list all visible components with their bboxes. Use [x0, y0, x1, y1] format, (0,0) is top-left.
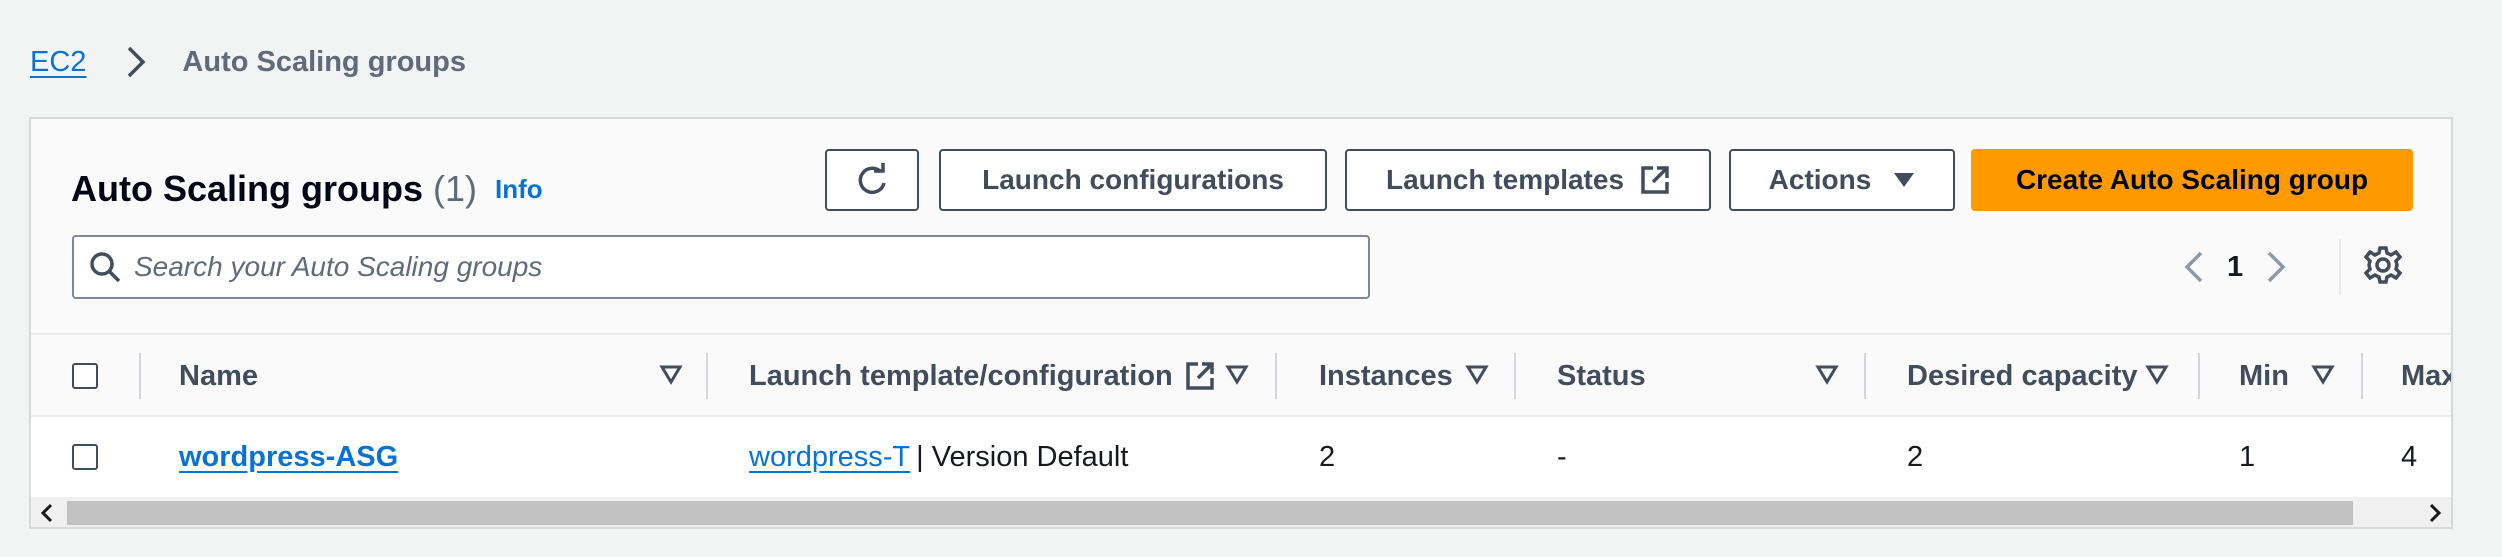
info-link[interactable]: Info [495, 174, 543, 205]
pagination-divider [2339, 239, 2341, 295]
column-divider [706, 353, 708, 399]
launch-template-version: | Version Default [916, 440, 1129, 473]
scroll-left-icon[interactable] [37, 501, 57, 525]
search-box[interactable] [72, 235, 1370, 299]
sort-icon[interactable] [659, 362, 683, 386]
cell-desired-capacity: 2 [1907, 440, 1924, 473]
search-input[interactable] [134, 251, 1334, 283]
scrollbar-thumb[interactable] [67, 501, 2353, 525]
breadcrumb-current: Auto Scaling groups [182, 45, 466, 78]
row-select-checkbox[interactable] [72, 444, 98, 470]
column-divider [1514, 353, 1516, 399]
panel-title-row: Auto Scaling groups (1) Info [71, 159, 543, 219]
column-divider [1864, 353, 1866, 399]
sort-icon[interactable] [2311, 362, 2335, 386]
cell-max: 4 [2401, 440, 2418, 473]
select-all-checkbox[interactable] [72, 363, 98, 389]
sort-icon[interactable] [1465, 362, 1489, 386]
column-divider [2198, 353, 2200, 399]
previous-page-icon[interactable] [2183, 250, 2205, 284]
launch-templates-label: Launch templates [1385, 164, 1625, 195]
column-divider [2361, 353, 2363, 399]
group-count: (1) [433, 168, 478, 209]
column-divider [139, 353, 141, 399]
auto-scaling-groups-panel: Auto Scaling groups (1) Info Launch conf… [29, 117, 2453, 529]
column-header-name[interactable]: Name [179, 335, 258, 417]
current-page-number[interactable]: 1 [2227, 251, 2243, 284]
gear-icon[interactable] [2363, 245, 2403, 285]
launch-templates-button[interactable]: Launch templates [1345, 149, 1711, 211]
column-header-max[interactable]: Max [2401, 335, 2451, 417]
sort-icon[interactable] [1815, 362, 1839, 386]
pagination: 1 [2183, 239, 2287, 295]
panel-header: Auto Scaling groups (1) Info Launch conf… [31, 119, 2451, 335]
launch-configurations-button[interactable]: Launch configurations [939, 149, 1327, 211]
refresh-icon [855, 163, 889, 197]
cell-min: 1 [2239, 440, 2256, 473]
column-header-launch-template[interactable]: Launch template/configuration [749, 335, 1215, 417]
column-header-min[interactable]: Min [2239, 335, 2289, 417]
scroll-right-icon[interactable] [2425, 501, 2445, 525]
external-link-icon [1185, 361, 1215, 391]
create-auto-scaling-group-label: Create Auto Scaling group [2015, 164, 2369, 195]
column-header-instances[interactable]: Instances [1319, 335, 1453, 417]
cell-name: wordpress-ASG [179, 417, 398, 497]
table-header: Name Launch template/configuration Insta… [31, 335, 2451, 417]
sort-icon[interactable] [1225, 362, 1249, 386]
asg-name-link[interactable]: wordpress-ASG [179, 441, 398, 474]
next-page-icon[interactable] [2265, 250, 2287, 284]
column-header-desired-capacity[interactable]: Desired capacity [1907, 335, 2138, 417]
column-header-status[interactable]: Status [1557, 335, 1646, 417]
external-link-icon [1640, 165, 1670, 195]
cell-status: - [1557, 440, 1567, 473]
table-row: wordpress-ASG wordpress-T | Version Defa… [31, 417, 2451, 497]
column-divider [1275, 353, 1277, 399]
breadcrumb-ec2-link[interactable]: EC2 [30, 46, 86, 79]
cell-launch-template: wordpress-T | Version Default [749, 417, 1128, 497]
horizontal-scrollbar[interactable] [31, 497, 2451, 527]
actions-label: Actions [1768, 164, 1872, 195]
chevron-right-icon [116, 42, 156, 82]
actions-dropdown-button[interactable]: Actions [1729, 149, 1955, 211]
refresh-button[interactable] [825, 149, 919, 211]
create-auto-scaling-group-button[interactable]: Create Auto Scaling group [1971, 149, 2413, 211]
search-icon [88, 250, 122, 284]
launch-configurations-label: Launch configurations [982, 164, 1284, 195]
sort-icon[interactable] [2145, 362, 2169, 386]
launch-template-column-label: Launch template/configuration [749, 359, 1173, 392]
breadcrumb: EC2 Auto Scaling groups [30, 40, 466, 84]
launch-template-link[interactable]: wordpress-T [749, 441, 910, 474]
caret-down-icon [1893, 172, 1915, 188]
cell-instances: 2 [1319, 440, 1336, 473]
panel-title: Auto Scaling groups [71, 168, 424, 209]
